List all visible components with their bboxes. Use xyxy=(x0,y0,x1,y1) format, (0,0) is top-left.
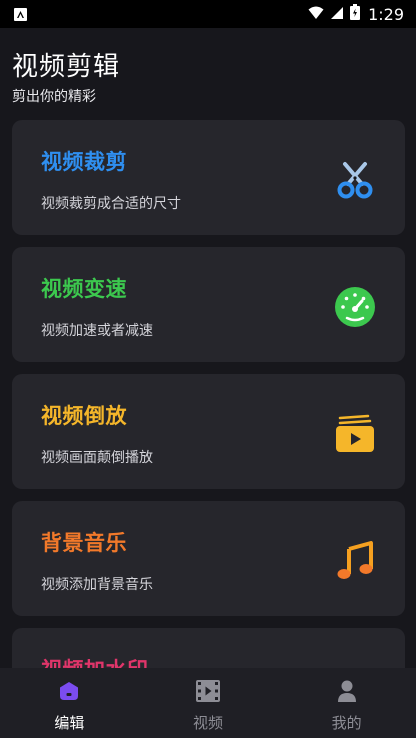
nav-label: 视频 xyxy=(193,714,224,732)
signal-icon xyxy=(330,5,344,24)
nav-label: 我的 xyxy=(331,714,362,732)
status-time: 1:29 xyxy=(368,4,404,24)
nav-tab-video[interactable]: 视频 xyxy=(139,668,278,738)
card-description: 视频加速或者减速 xyxy=(41,323,153,339)
nav-label: 编辑 xyxy=(54,714,85,732)
card-title: 视频倒放 xyxy=(41,404,127,428)
profile-icon xyxy=(334,678,360,704)
card-title: 视频变速 xyxy=(41,277,127,301)
card-video-crop[interactable]: 视频裁剪 视频裁剪成合适的尺寸 xyxy=(12,120,405,235)
card-description: 视频裁剪成合适的尺寸 xyxy=(41,196,181,212)
card-title: 视频裁剪 xyxy=(41,150,127,174)
music-note-icon xyxy=(333,539,377,583)
card-description: 视频画面颠倒播放 xyxy=(41,450,153,466)
app-notification-icon xyxy=(14,7,27,21)
nav-tab-mine[interactable]: 我的 xyxy=(277,668,416,738)
reverse-play-icon xyxy=(333,412,377,456)
battery-icon xyxy=(350,4,361,24)
film-icon xyxy=(195,678,221,704)
page-header: 视频剪辑 剪出你的精彩 xyxy=(12,50,120,106)
edit-home-icon xyxy=(56,678,82,704)
page-title: 视频剪辑 xyxy=(12,52,121,82)
feature-list: 视频裁剪 视频裁剪成合适的尺寸 视频变速 视频加速或者减速 视频倒放 视频画面颠… xyxy=(12,120,405,668)
speedometer-icon xyxy=(333,285,377,329)
card-background-music[interactable]: 背景音乐 视频添加背景音乐 xyxy=(12,501,405,616)
status-bar: 1:29 xyxy=(0,0,416,28)
wifi-icon xyxy=(308,5,324,24)
card-video-watermark[interactable]: 视频加水印 xyxy=(12,628,405,668)
card-video-speed[interactable]: 视频变速 视频加速或者减速 xyxy=(12,247,405,362)
card-title: 背景音乐 xyxy=(41,531,127,555)
bottom-navigation: 编辑 视频 我的 xyxy=(0,668,416,738)
card-video-reverse[interactable]: 视频倒放 视频画面颠倒播放 xyxy=(12,374,405,489)
page-subtitle: 剪出你的精彩 xyxy=(12,89,96,105)
card-title: 视频加水印 xyxy=(41,654,149,668)
card-description: 视频添加背景音乐 xyxy=(41,577,153,593)
nav-tab-edit[interactable]: 编辑 xyxy=(0,668,139,738)
scissors-icon xyxy=(333,158,377,202)
